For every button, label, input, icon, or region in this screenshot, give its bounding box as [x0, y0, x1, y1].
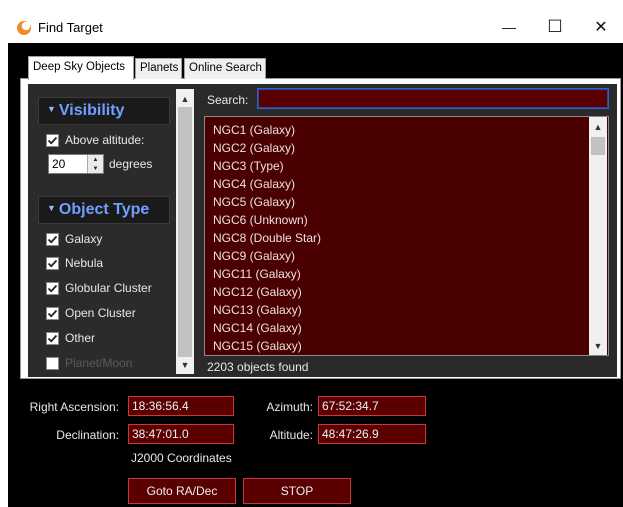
list-item[interactable]: NGC13 (Galaxy)	[213, 301, 321, 319]
right-ascension-field[interactable]: 18:36:56.4	[128, 396, 234, 416]
open-cluster-checkbox[interactable]: Open Cluster	[46, 304, 136, 322]
results-list[interactable]: NGC1 (Galaxy) NGC2 (Galaxy) NGC3 (Type) NGC…	[204, 116, 609, 356]
altitude-field[interactable]: 48:47:26.9	[318, 424, 426, 444]
open-cluster-label: Open Cluster	[65, 306, 136, 320]
planet-moon-checkbox[interactable]: Planet/Moon	[46, 354, 132, 372]
stop-button[interactable]: STOP	[243, 478, 351, 504]
list-item[interactable]: NGC9 (Galaxy)	[213, 247, 321, 265]
scroll-up-arrow-icon[interactable]: ▲	[589, 118, 607, 135]
globular-cluster-checkbox[interactable]: Globular Cluster	[46, 279, 152, 297]
window-title: Find Target	[38, 20, 103, 35]
other-checkbox[interactable]: Other	[46, 329, 95, 347]
list-item[interactable]: NGC6 (Unknown)	[213, 211, 321, 229]
degrees-label: degrees	[109, 157, 153, 171]
declination-label: Declination:	[56, 428, 119, 442]
list-item[interactable]: NGC14 (Galaxy)	[213, 319, 321, 337]
list-item[interactable]: NGC5 (Galaxy)	[213, 193, 321, 211]
above-altitude-label: Above altitude:	[65, 133, 145, 147]
spin-down-icon[interactable]: ▼	[88, 164, 103, 173]
visibility-header-label: Visibility	[58, 102, 125, 119]
scroll-down-arrow-icon[interactable]: ▼	[176, 356, 194, 373]
list-item[interactable]: NGC8 (Double Star)	[213, 229, 321, 247]
galaxy-checkbox[interactable]: Galaxy	[46, 230, 102, 248]
checkbox-checked-icon	[46, 256, 59, 270]
tab-planets[interactable]: Planets	[135, 58, 182, 79]
minimize-icon: —	[502, 19, 516, 35]
checkbox-unchecked-icon	[46, 356, 59, 370]
list-item[interactable]: NGC1 (Galaxy)	[213, 121, 321, 139]
results-scrollbar-thumb[interactable]	[591, 137, 605, 155]
window-top-strip	[0, 0, 623, 10]
above-altitude-checkbox[interactable]: Above altitude:	[46, 131, 144, 149]
right-ascension-label: Right Ascension:	[29, 400, 119, 414]
globular-cluster-label: Globular Cluster	[65, 281, 152, 295]
filter-scrollbar-thumb[interactable]	[178, 107, 192, 357]
list-item[interactable]: NGC12 (Galaxy)	[213, 283, 321, 301]
collapse-triangle-icon: ▼	[47, 203, 56, 213]
azimuth-field[interactable]: 67:52:34.7	[318, 396, 426, 416]
app-logo-icon	[17, 21, 31, 35]
altitude-spinner[interactable]: 20 ▲ ▼	[48, 154, 104, 174]
collapse-triangle-icon: ▼	[47, 104, 56, 114]
spinner-buttons: ▲ ▼	[87, 155, 103, 173]
list-item[interactable]: NGC2 (Galaxy)	[213, 139, 321, 157]
planet-moon-label: Planet/Moon	[65, 356, 133, 370]
list-item[interactable]: NGC3 (Type)	[213, 157, 321, 175]
checkbox-checked-icon	[46, 306, 59, 320]
galaxy-label: Galaxy	[65, 232, 103, 246]
list-item[interactable]: NGC15 (Galaxy)	[213, 337, 321, 355]
tab-deep-sky-objects[interactable]: Deep Sky Objects	[28, 56, 134, 80]
visibility-section-header[interactable]: ▼ Visibility	[38, 97, 170, 125]
minimize-button[interactable]: —	[486, 12, 532, 42]
spin-up-icon[interactable]: ▲	[88, 155, 103, 164]
tab-online-search[interactable]: Online Search	[184, 58, 266, 79]
altitude-value[interactable]: 20	[52, 157, 65, 171]
objects-found-count: 2203 objects found	[207, 360, 309, 374]
maximize-button[interactable]: ☐	[532, 12, 578, 42]
scroll-up-arrow-icon[interactable]: ▲	[176, 90, 194, 107]
checkbox-checked-icon	[46, 232, 59, 246]
list-item[interactable]: NGC4 (Galaxy)	[213, 175, 321, 193]
scroll-down-arrow-icon[interactable]: ▼	[589, 337, 607, 354]
close-button[interactable]: ✕	[578, 12, 623, 42]
checkbox-checked-icon	[46, 281, 59, 295]
search-input[interactable]	[257, 88, 609, 109]
object-type-section-header[interactable]: ▼ Object Type	[38, 196, 170, 224]
other-label: Other	[65, 331, 96, 345]
list-item[interactable]: NGC11 (Galaxy)	[213, 265, 321, 283]
epoch-label: J2000 Coordinates	[131, 451, 232, 465]
azimuth-label: Azimuth:	[266, 400, 313, 414]
maximize-icon: ☐	[547, 17, 563, 36]
declination-field[interactable]: 38:47:01.0	[128, 424, 234, 444]
search-label: Search:	[207, 93, 249, 107]
close-icon: ✕	[594, 19, 608, 36]
checkbox-checked-icon	[46, 133, 59, 147]
nebula-checkbox[interactable]: Nebula	[46, 254, 103, 272]
object-type-header-label: Object Type	[58, 201, 150, 218]
nebula-label: Nebula	[65, 256, 104, 270]
results-list-items: NGC1 (Galaxy) NGC2 (Galaxy) NGC3 (Type) NGC…	[213, 121, 321, 355]
altitude-label: Altitude:	[269, 428, 313, 442]
checkbox-checked-icon	[46, 331, 59, 345]
title-bar[interactable]: Find Target — ☐ ✕	[8, 10, 623, 43]
goto-ra-dec-button[interactable]: Goto RA/Dec	[128, 478, 236, 504]
